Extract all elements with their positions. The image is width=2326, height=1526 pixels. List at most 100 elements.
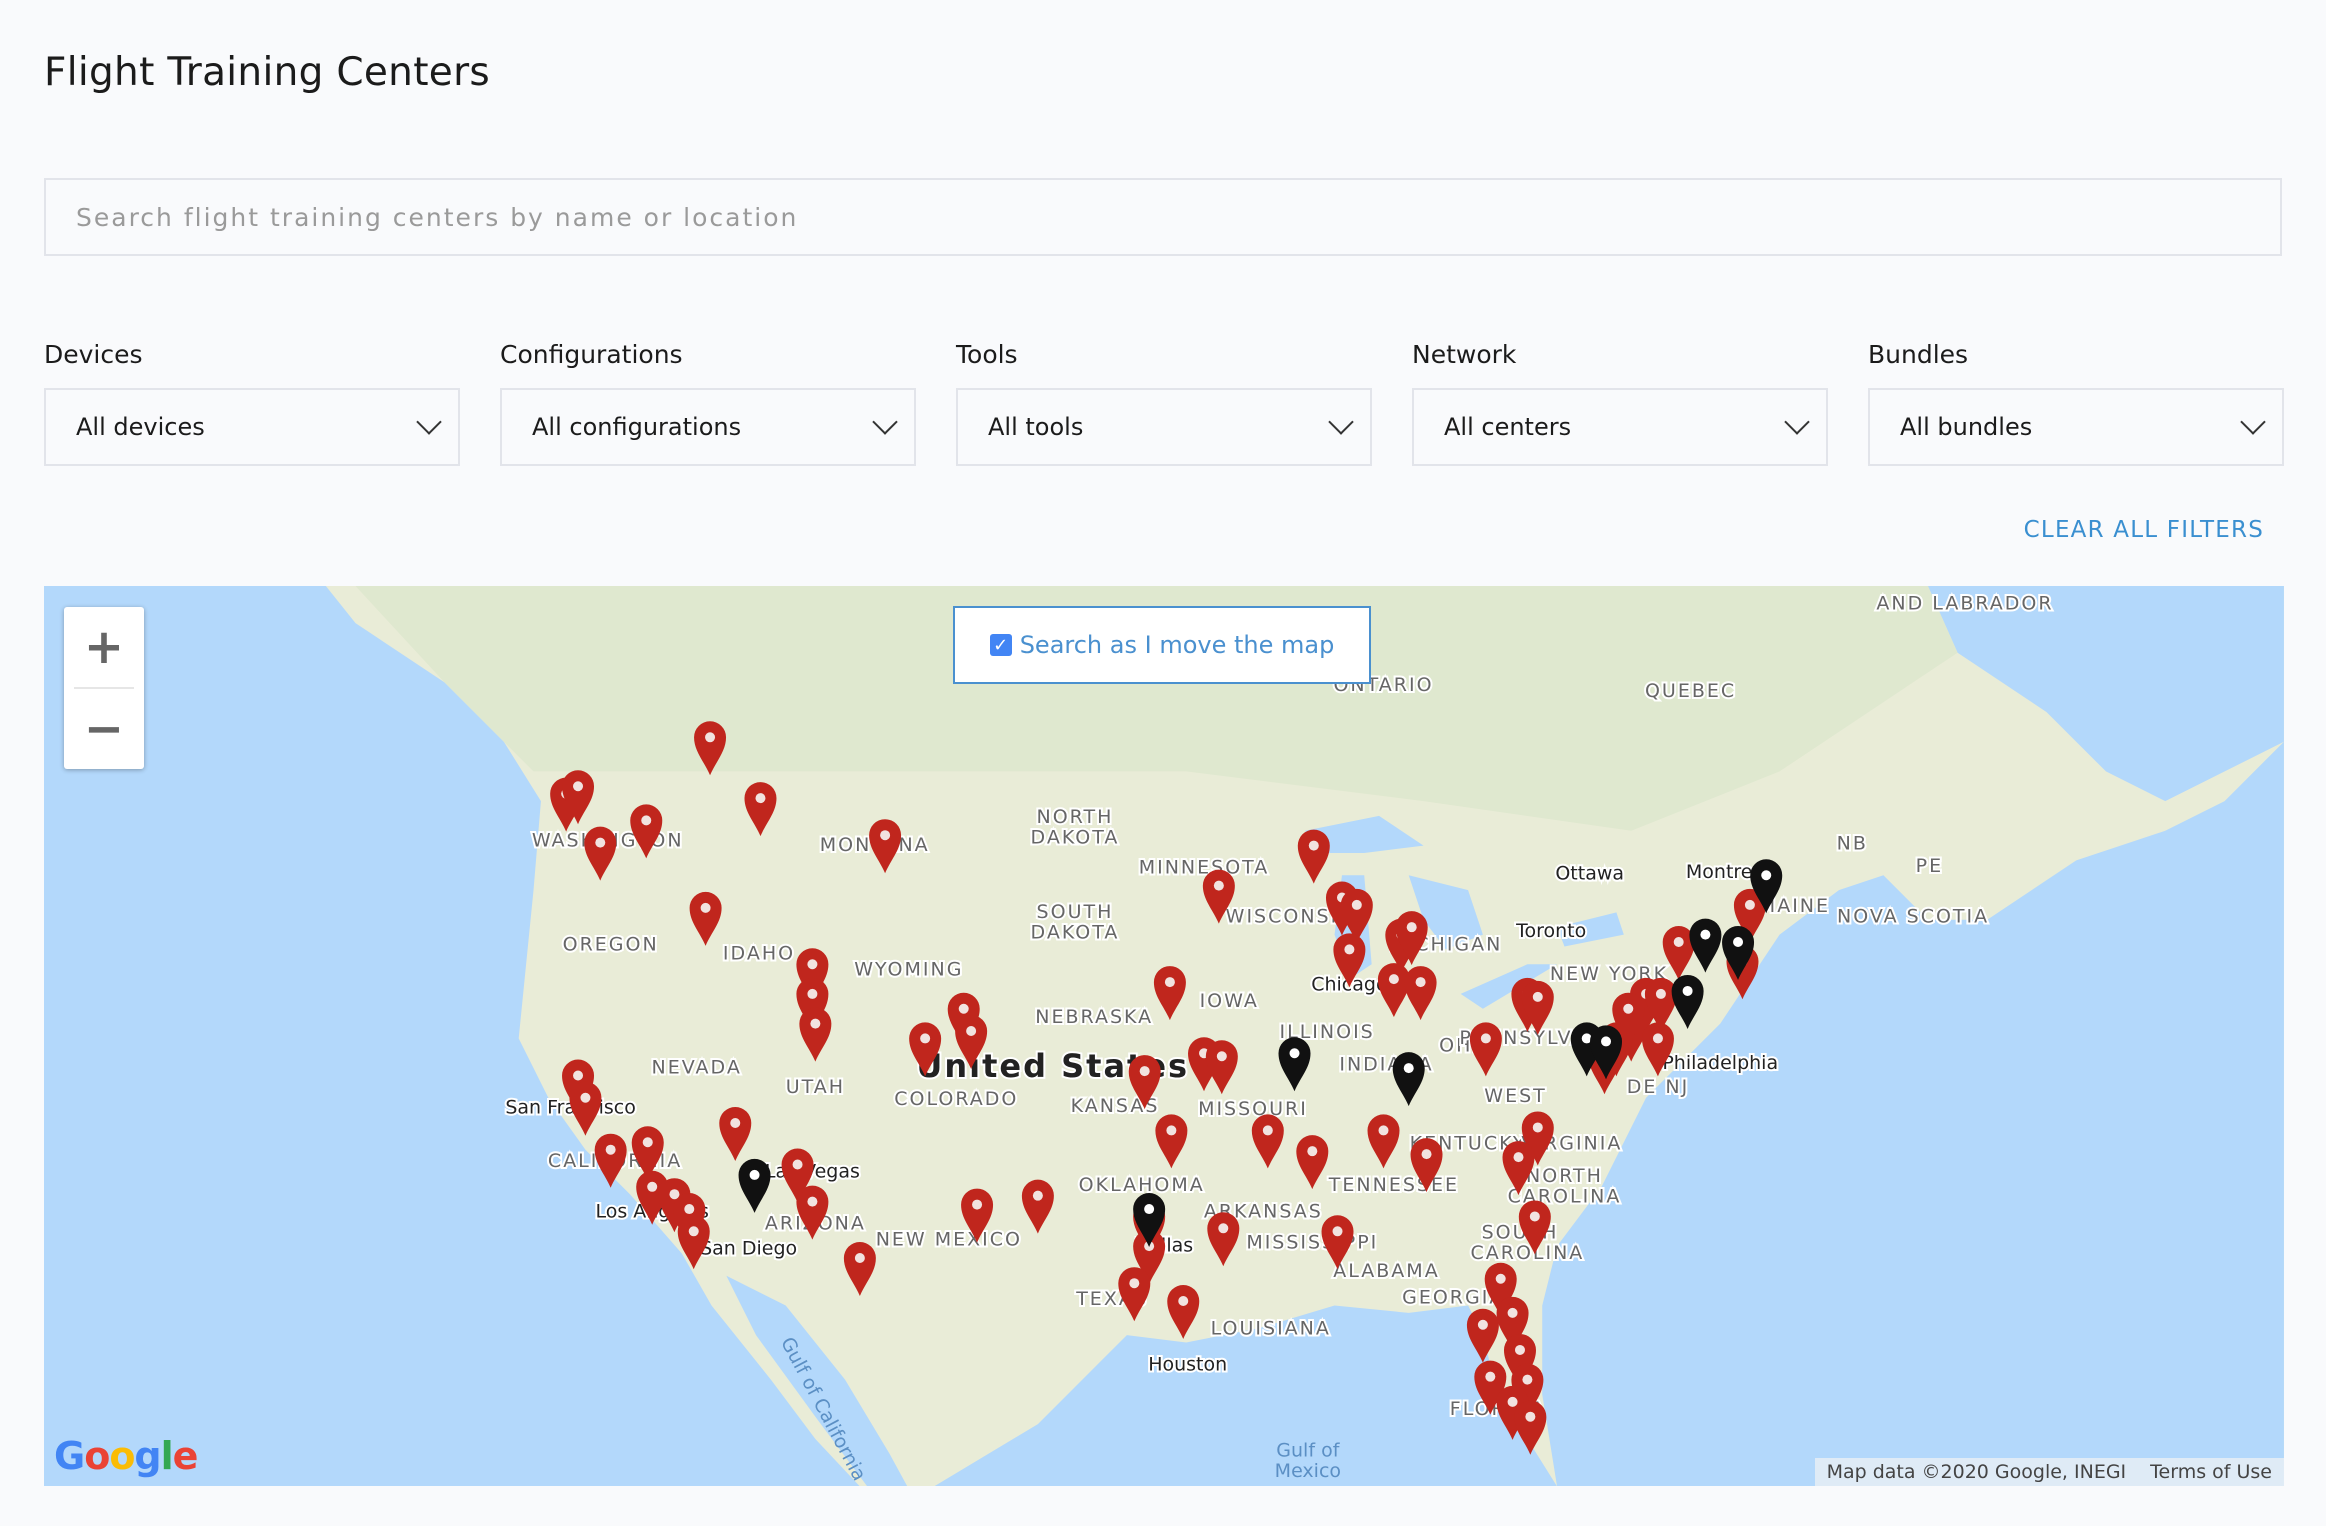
map-label: OREGON <box>563 933 659 955</box>
chevron-down-icon <box>1328 409 1354 435</box>
filter-label: Devices <box>44 340 143 369</box>
map-marker-red[interactable] <box>1207 1212 1240 1267</box>
filter-bundles: Bundles All bundles <box>1868 340 2284 466</box>
gulf-of-st-lawrence <box>1927 586 2284 802</box>
map-label: Gulf of <box>1276 1439 1340 1461</box>
map-label: UTAH <box>786 1076 845 1098</box>
map-marker-red[interactable] <box>799 1007 832 1062</box>
map-label: NORTH <box>1526 1165 1603 1187</box>
map-label: NEVADA <box>652 1057 742 1079</box>
map-marker-red[interactable] <box>1021 1179 1054 1234</box>
attribution-text: Map data ©2020 Google, INEGI <box>1826 1461 2127 1483</box>
filter-devices: Devices All devices <box>44 340 460 466</box>
map-label: ALABAMA <box>1333 1260 1439 1282</box>
map-label: LOUISIANA <box>1211 1318 1331 1340</box>
map-label: COLORADO <box>894 1088 1018 1110</box>
terms-of-use-link[interactable]: Terms of Use <box>2150 1461 2272 1483</box>
map-label: TENNESSEE <box>1328 1174 1459 1196</box>
network-select[interactable]: All centers <box>1412 388 1828 466</box>
map-label: Philadelphia <box>1662 1052 1778 1074</box>
map-marker-red[interactable] <box>1297 829 1330 884</box>
map-marker-red[interactable] <box>744 782 777 837</box>
checkbox-checked-icon[interactable]: ✓ <box>989 634 1012 656</box>
map-marker-black[interactable] <box>1278 1037 1311 1092</box>
map-label: NOVA SCOTIA <box>1837 905 1989 927</box>
zoom-control: + − <box>64 607 144 769</box>
map-marker-red[interactable] <box>719 1106 752 1161</box>
map-label: MISSOURI <box>1198 1098 1308 1120</box>
search-as-move-label: Search as I move the map <box>1019 631 1335 659</box>
filter-label: Network <box>1412 340 1517 369</box>
map-marker-red[interactable] <box>1469 1022 1502 1077</box>
map-marker-red[interactable] <box>1296 1135 1329 1190</box>
map-label: DAKOTA <box>1031 922 1120 944</box>
map-label: San Diego <box>700 1238 797 1260</box>
map-label: MINNESOTA <box>1139 856 1270 878</box>
chevron-down-icon <box>416 409 442 435</box>
map-marker-red[interactable] <box>689 891 722 946</box>
atlantic-ocean <box>1542 741 2284 1486</box>
map-label: PE <box>1916 855 1943 877</box>
map-label: CAROLINA <box>1470 1242 1584 1264</box>
map-label: IDAHO <box>723 942 795 964</box>
select-value: All configurations <box>532 413 742 441</box>
map-marker-red[interactable] <box>1118 1267 1151 1322</box>
map-marker-black[interactable] <box>1392 1052 1425 1107</box>
search-box[interactable] <box>44 178 2282 256</box>
map-marker-black[interactable] <box>1671 974 1704 1029</box>
map-marker-red[interactable] <box>569 1081 602 1136</box>
clear-all-filters-link[interactable]: CLEAR ALL FILTERS <box>2024 517 2264 543</box>
configurations-select[interactable]: All configurations <box>500 388 916 466</box>
map-marker-red[interactable] <box>1251 1114 1284 1169</box>
zoom-out-button[interactable]: − <box>64 689 144 769</box>
zoom-in-button[interactable]: + <box>64 607 144 687</box>
tools-select[interactable]: All tools <box>956 388 1372 466</box>
chevron-down-icon <box>872 409 898 435</box>
map-label: NB <box>1837 833 1868 855</box>
map-marker-red[interactable] <box>843 1241 876 1296</box>
map-marker-red[interactable] <box>584 826 617 881</box>
map-marker-red[interactable] <box>1367 1114 1400 1169</box>
map-marker-black[interactable] <box>738 1158 771 1213</box>
map-label: IOWA <box>1200 990 1259 1012</box>
filter-network: Network All centers <box>1412 340 1828 466</box>
filter-label: Tools <box>956 340 1018 369</box>
map-marker-red[interactable] <box>1377 963 1410 1018</box>
map-attribution: Map data ©2020 Google, INEGI Terms of Us… <box>1814 1458 2284 1486</box>
map-marker-black[interactable] <box>1689 918 1722 973</box>
map-label: Mexico <box>1275 1460 1341 1482</box>
map-marker-red[interactable] <box>1153 966 1186 1021</box>
select-value: All bundles <box>1900 413 2033 441</box>
map-marker-red[interactable] <box>1404 966 1437 1021</box>
map-label: Ottawa <box>1555 862 1624 884</box>
map-label: DE NJ <box>1627 1076 1690 1098</box>
chevron-down-icon <box>2240 409 2266 435</box>
map-label: DAKOTA <box>1031 827 1120 849</box>
devices-select[interactable]: All devices <box>44 388 460 466</box>
map-label: OKLAHOMA <box>1079 1174 1205 1196</box>
map-label: Houston <box>1148 1353 1227 1375</box>
map-label: Toronto <box>1515 920 1586 942</box>
filter-label: Bundles <box>1868 340 1969 369</box>
map-label: NORTH <box>1037 806 1114 828</box>
map[interactable]: AND LABRADOR ONTARIO QUEBEC NB PE NOVA SCOTIA… <box>44 586 2284 1486</box>
filter-configurations: Configurations All configurations <box>500 340 916 466</box>
map-label: MISSISSIPPI <box>1246 1232 1378 1254</box>
map-marker-red[interactable] <box>1205 1040 1238 1095</box>
map-label: NEW MEXICO <box>876 1229 1022 1251</box>
filter-label: Configurations <box>500 340 683 369</box>
map-marker-red[interactable] <box>1167 1284 1200 1339</box>
map-label: AND LABRADOR <box>1876 592 2053 614</box>
page-title: Flight Training Centers <box>44 50 491 95</box>
select-value: All centers <box>1444 413 1572 441</box>
map-marker-red[interactable] <box>1155 1114 1188 1169</box>
search-input[interactable] <box>46 180 2280 254</box>
select-value: All tools <box>988 413 1084 441</box>
search-as-move-toggle[interactable]: ✓ Search as I move the map <box>953 606 1371 684</box>
map-label: WEST <box>1484 1085 1546 1107</box>
bundles-select[interactable]: All bundles <box>1868 388 2284 466</box>
map-canvas[interactable]: AND LABRADORONTARIO QUEBECNBPENOVA SCOTIA… <box>44 586 2284 1486</box>
map-marker-red[interactable] <box>869 819 902 874</box>
map-label: NEBRASKA <box>1035 1006 1153 1028</box>
google-logo: Google <box>54 1434 198 1478</box>
